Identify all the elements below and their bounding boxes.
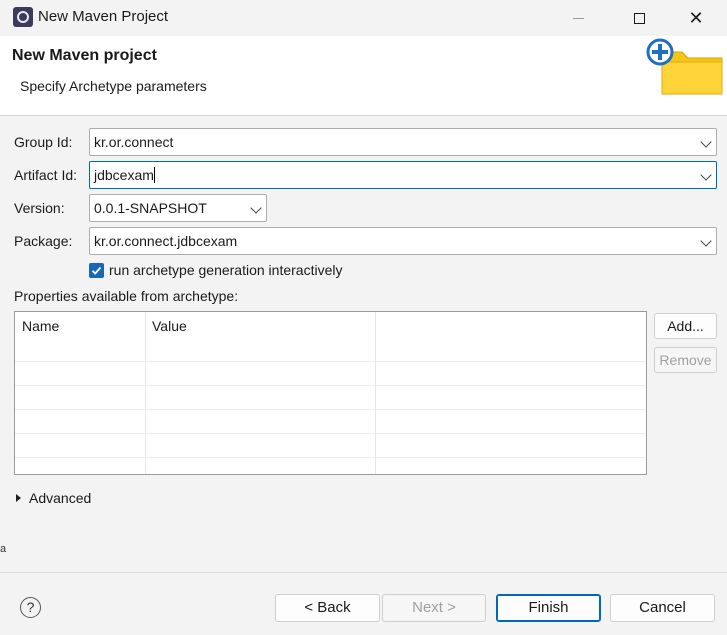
table-row: [15, 433, 646, 434]
artifact-id-label: Artifact Id:: [14, 167, 78, 183]
chevron-down-icon[interactable]: [700, 136, 712, 148]
checkmark-icon: [91, 266, 102, 275]
advanced-section-toggle[interactable]: Advanced: [16, 490, 91, 506]
column-header-name[interactable]: Name: [22, 318, 59, 334]
help-icon[interactable]: ?: [20, 597, 41, 618]
version-value: 0.0.1-SNAPSHOT: [94, 200, 207, 216]
properties-table[interactable]: Name Value: [14, 311, 647, 475]
chevron-down-icon[interactable]: [250, 202, 262, 214]
eclipse-app-icon: [13, 7, 33, 27]
advanced-label: Advanced: [29, 490, 92, 506]
cancel-button[interactable]: Cancel: [610, 594, 715, 622]
chevron-right-icon: [16, 494, 21, 502]
table-row: [15, 385, 646, 386]
background-window-edge: a: [0, 543, 7, 555]
column-divider: [375, 312, 376, 474]
table-row: [15, 457, 646, 458]
chevron-down-icon[interactable]: [700, 235, 712, 247]
new-folder-icon: [646, 38, 723, 95]
package-combo[interactable]: kr.or.connect.jdbcexam: [89, 227, 717, 255]
text-caret: [153, 167, 155, 183]
version-select[interactable]: 0.0.1-SNAPSHOT: [89, 194, 267, 222]
artifact-id-combo[interactable]: jdbcexam: [89, 161, 717, 189]
footer-separator: [0, 572, 727, 573]
title-bar: New Maven Project ✕: [0, 0, 727, 36]
group-id-combo[interactable]: kr.or.connect: [89, 128, 717, 156]
package-value: kr.or.connect.jdbcexam: [94, 233, 238, 249]
table-row: [15, 361, 646, 362]
add-property-button[interactable]: Add...: [654, 313, 717, 339]
remove-property-button[interactable]: Remove: [654, 347, 717, 373]
interactive-checkbox-label[interactable]: run archetype generation interactively: [109, 262, 342, 278]
close-button[interactable]: ✕: [673, 0, 719, 36]
column-header-value[interactable]: Value: [152, 318, 187, 334]
properties-label: Properties available from archetype:: [14, 288, 239, 304]
package-label: Package:: [14, 233, 73, 249]
maximize-button[interactable]: [616, 0, 662, 36]
version-label: Version:: [14, 200, 65, 216]
group-id-value: kr.or.connect: [94, 134, 174, 150]
finish-button[interactable]: Finish: [496, 594, 601, 622]
chevron-down-icon[interactable]: [700, 169, 712, 181]
group-id-label: Group Id:: [14, 134, 73, 150]
next-button[interactable]: Next >: [382, 594, 486, 622]
minimize-button[interactable]: [555, 0, 601, 36]
interactive-checkbox[interactable]: [89, 263, 104, 278]
wizard-banner: New Maven project Specify Archetype para…: [0, 36, 727, 116]
back-button[interactable]: < Back: [275, 594, 380, 622]
window-title: New Maven Project: [38, 8, 169, 25]
artifact-id-value: jdbcexam: [94, 167, 154, 183]
table-row: [15, 409, 646, 410]
banner-title: New Maven project: [12, 47, 157, 64]
column-divider: [145, 312, 146, 474]
banner-subtitle: Specify Archetype parameters: [20, 78, 207, 94]
